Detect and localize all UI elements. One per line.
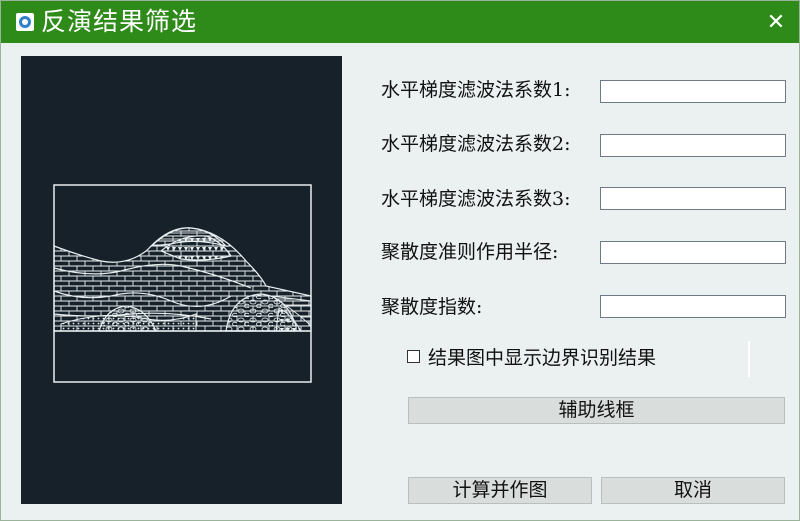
- close-icon[interactable]: ✕: [761, 9, 791, 37]
- aux-frame-button[interactable]: 辅助线框: [408, 397, 785, 424]
- field-label-index: 聚散度指数:: [381, 296, 483, 318]
- show-boundary-checkbox-row[interactable]: 结果图中显示边界识别结果: [407, 344, 657, 369]
- show-boundary-label: 结果图中显示边界识别结果: [428, 346, 657, 369]
- geology-preview-illustration: [53, 184, 312, 383]
- field-label-radius: 聚散度准则作用半径:: [381, 241, 559, 263]
- field-label-coef-1: 水平梯度滤波法系数1:: [381, 79, 571, 101]
- field-label-coef-3: 水平梯度滤波法系数3:: [381, 188, 571, 210]
- window-title: 反演结果筛选: [41, 7, 198, 36]
- title-bar[interactable]: 反演结果筛选 ✕: [1, 1, 799, 43]
- app-icon: [16, 13, 34, 31]
- separator: [748, 341, 750, 377]
- compute-plot-button[interactable]: 计算并作图: [408, 477, 592, 504]
- field-label-coef-2: 水平梯度滤波法系数2:: [381, 133, 571, 155]
- index-input[interactable]: [600, 295, 786, 318]
- coef-3-input[interactable]: [600, 187, 786, 210]
- coef-1-input[interactable]: [600, 80, 786, 103]
- coef-2-input[interactable]: [600, 134, 786, 157]
- dialog-window: 反演结果筛选 ✕ 水平梯度滤波法系数1: 水平梯度滤波法系数2: 水平梯度滤波法…: [0, 0, 800, 521]
- show-boundary-checkbox[interactable]: [407, 349, 420, 363]
- radius-input[interactable]: [600, 241, 786, 264]
- cancel-button[interactable]: 取消: [601, 477, 785, 504]
- preview-panel: [21, 56, 342, 504]
